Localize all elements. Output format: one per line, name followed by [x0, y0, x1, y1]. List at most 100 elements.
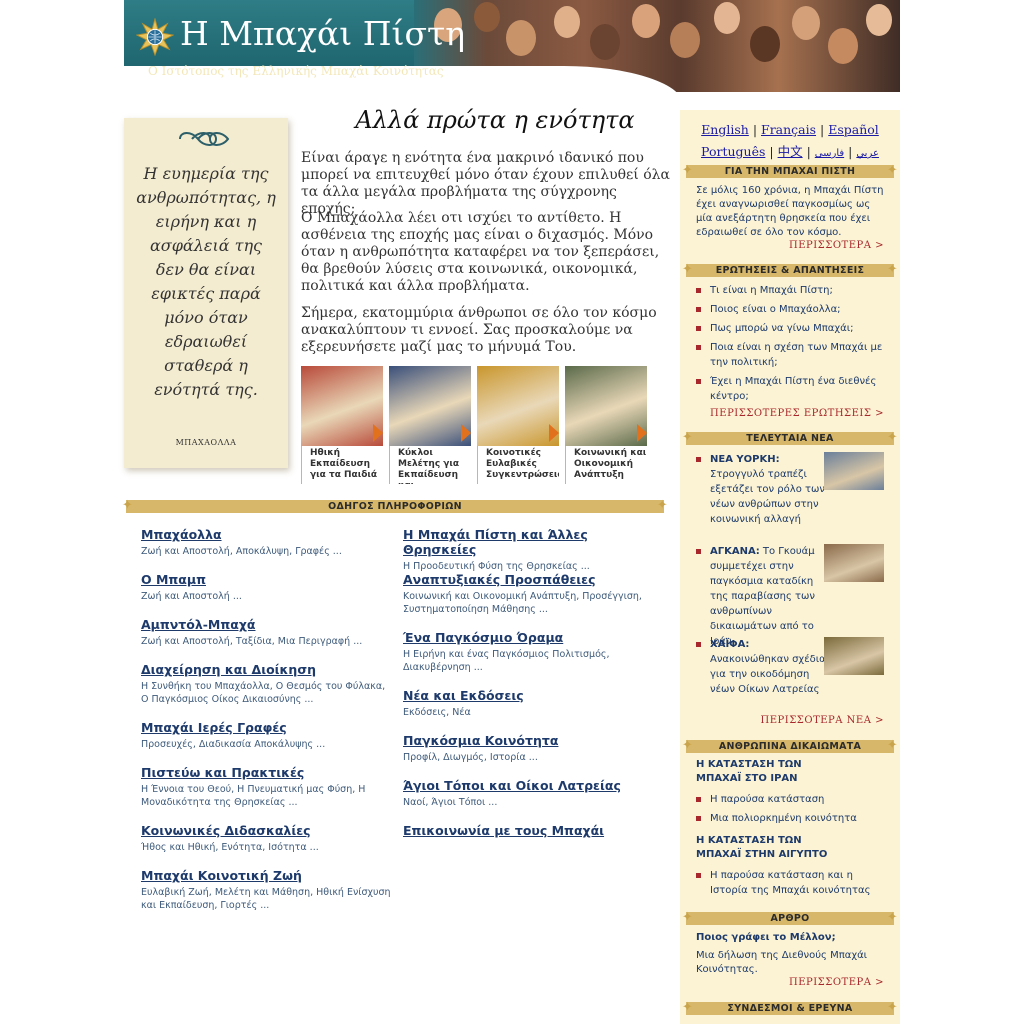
sidebar: English | Français | Español Português |… — [680, 110, 900, 1024]
news-place[interactable]: ΧΑΪΦΑ: — [710, 639, 749, 650]
guide-item: Παγκόσμια Κοινότητα Προφίλ, Διωγμός, Ιστ… — [403, 733, 653, 764]
arrow-icon[interactable] — [461, 424, 471, 442]
guide-link[interactable]: Νέα και Εκδόσεις — [403, 688, 653, 703]
guide-item: Η Μπαχάι Πίστη και Άλλες Θρησκείες Η Προ… — [403, 527, 653, 573]
guide-description[interactable]: Κοινωνική και Οικονομική Ανάπτυξη, Προσέ… — [403, 590, 653, 616]
news-place[interactable]: ΝΕΑ ΥΟΡΚΗ: — [710, 454, 780, 465]
guide-link[interactable]: Πιστεύω και Πρακτικές — [141, 765, 391, 780]
guide-description[interactable]: Ήθος και Ηθική, Ενότητα, Ισότητα ... — [141, 841, 391, 854]
news-place[interactable]: ΑΓΚΑΝΑ: — [710, 546, 760, 557]
faq-item[interactable]: Τι είναι η Μπαχάι Πίστη; — [694, 283, 890, 298]
main-heading: Αλλά πρώτα η ενότητα — [355, 106, 635, 134]
quote-box: Η ευημερία της ανθρωπότητας, η ειρήνη κα… — [124, 118, 288, 468]
arrow-icon[interactable] — [373, 424, 383, 442]
news-summary[interactable]: Το Γκουάμ συμμετέχει στην παγκόσμια κατα… — [710, 546, 815, 647]
feature-photo[interactable] — [477, 366, 559, 446]
news-summary[interactable]: Ανακοινώθηκαν σχέδια για την οικοδόμηση … — [710, 654, 826, 695]
feature-moral-education[interactable]: Ηθική Εκπαίδευση για τα Παιδιά — [301, 366, 383, 484]
faq-item[interactable]: Έχει η Μπαχάι Πίστη ένα διεθνές κέντρο; — [694, 374, 890, 404]
faq-item[interactable]: Ποιος είναι ο Μπαχάολλα; — [694, 302, 890, 317]
more-link[interactable]: ΠΕΡΙΣΣΟΤΕΡΑ > — [789, 240, 884, 251]
guide-item: Νέα και Εκδόσεις Εκδόσεις, Νέα — [403, 688, 653, 719]
guide-description[interactable]: Ναοί, Άγιοι Τόποι ... — [403, 796, 653, 809]
section-ribbon: ΤΕΛΕΥΤΑΙΑ ΝΕΑ — [682, 431, 898, 445]
news-photo[interactable] — [824, 544, 884, 582]
article-title[interactable]: Ποιος γράφει το Μέλλον; — [696, 931, 886, 945]
section-ribbon: ΕΡΩΤΗΣΕΙΣ & ΑΠΑΝΤΗΣΕΙΣ — [682, 263, 898, 277]
news-text[interactable]: ΑΓΚΑΝΑ: Το Γκουάμ συμμετέχει στην παγκόσ… — [710, 544, 828, 649]
guide-link[interactable]: Διαχείρηση και Διοίκηση — [141, 662, 391, 677]
news-photo[interactable] — [824, 452, 884, 490]
ornament-icon — [179, 132, 230, 146]
feature-social-development[interactable]: Κοινωνική και Οικονομική Ανάπτυξη — [565, 366, 647, 484]
intro-paragraph: Είναι άραγε η ενότητα ένα μακρινό ιδανικ… — [301, 150, 670, 217]
feature-caption[interactable]: Κοινωνική και Οικονομική Ανάπτυξη — [565, 446, 647, 484]
faq-item[interactable]: Πως μπορώ να γίνω Μπαχάι; — [694, 321, 890, 336]
guide-link[interactable]: Κοινωνικές Διδασκαλίες — [141, 823, 391, 838]
guide-description[interactable]: Ζωή και Αποστολή ... — [141, 590, 391, 603]
guide-link[interactable]: Αναπτυξιακές Προσπάθειες — [403, 572, 653, 587]
language-link-english[interactable]: English — [701, 122, 749, 137]
guide-item: Αμπντόλ-Μπαχά Ζωή και Αποστολή, Ταξίδια,… — [141, 617, 391, 648]
feature-caption[interactable]: Κύκλοι Μελέτης για Εκπαίδευση και Επιμόρ… — [389, 446, 471, 484]
arrow-icon[interactable] — [549, 424, 559, 442]
rights-item[interactable]: Η παρούσα κατάσταση — [694, 792, 890, 807]
language-links: English | Français | Español — [680, 122, 900, 137]
feature-devotional-gatherings[interactable]: Κοινοτικές Ευλαβικές Συγκεντρώσεις — [477, 366, 559, 484]
language-link-french[interactable]: Français — [761, 122, 816, 137]
guide-link[interactable]: Ένα Παγκόσμιο Όραμα — [403, 630, 653, 645]
feature-photo[interactable] — [565, 366, 647, 446]
guide-description[interactable]: Ευλαβική Ζωή, Μελέτη και Μάθηση, Ηθική Ε… — [141, 886, 391, 912]
rights-item[interactable]: Η παρούσα κατάσταση και η Ιστορία της Μπ… — [694, 868, 890, 898]
guide-link[interactable]: Παγκόσμια Κοινότητα — [403, 733, 653, 748]
guide-description[interactable]: Η Ειρήνη και ένας Παγκόσμιος Πολιτισμός,… — [403, 648, 653, 674]
guide-description[interactable]: Ζωή και Αποστολή, Αποκάλυψη, Γραφές ... — [141, 545, 391, 558]
guide-description[interactable]: Προσευχές, Διαδικασία Αποκάλυψης ... — [141, 738, 391, 751]
guide-link[interactable]: Άγιοι Τόποι και Οίκοι Λατρείας — [403, 778, 653, 793]
feature-caption[interactable]: Ηθική Εκπαίδευση για τα Παιδιά — [301, 446, 383, 484]
quote-text: Η ευημερία της ανθρωπότητας, η ειρήνη κα… — [136, 164, 276, 399]
guide-description[interactable]: Η Έννοια του Θεού, Η Πνευματική μας Φύση… — [141, 783, 391, 809]
about-section-header: ΓΙΑ ΤΗΝ ΜΠΑΧΑΙ ΠΙΣΤΗ — [682, 164, 898, 178]
guide-link[interactable]: Επικοινωνία με τους Μπαχάι — [403, 823, 653, 838]
news-text[interactable]: ΝΕΑ ΥΟΡΚΗ: Στρογγυλό τραπέζι εξετάζει το… — [710, 452, 828, 527]
nine-pointed-star-logo-icon[interactable] — [136, 18, 174, 56]
feature-caption[interactable]: Κοινοτικές Ευλαβικές Συγκεντρώσεις — [477, 446, 559, 484]
guide-description[interactable]: Ζωή και Αποστολή, Ταξίδια, Μια Περιγραφή… — [141, 635, 391, 648]
info-guide-header: ΟΔΗΓΟΣ ΠΛΗΡΟΦΟΡΙΩΝ — [122, 499, 668, 515]
more-news-link[interactable]: ΠΕΡΙΣΣΟΤΕΡΑ ΝΕΑ > — [761, 715, 884, 726]
more-questions-link[interactable]: ΠΕΡΙΣΣΟΤΕΡΕΣ ΕΡΩΤΗΣΕΙΣ > — [710, 408, 884, 419]
guide-description[interactable]: Εκδόσεις, Νέα — [403, 706, 653, 719]
language-link-persian[interactable]: فارسی — [815, 148, 844, 159]
rights-item[interactable]: Μια πολιορκημένη κοινότητα — [694, 811, 890, 826]
arrow-icon[interactable] — [637, 424, 647, 442]
egypt-list: Η παρούσα κατάσταση και η Ιστορία της Μπ… — [694, 868, 890, 902]
guide-link[interactable]: Αμπντόλ-Μπαχά — [141, 617, 391, 632]
language-links: Português | 中文 | عربي | فارسی — [680, 141, 900, 160]
news-summary[interactable]: Στρογγυλό τραπέζι εξετάζει τον ρόλο των … — [710, 469, 825, 525]
more-link[interactable]: ΠΕΡΙΣΣΟΤΕΡΑ > — [789, 977, 884, 988]
guide-description[interactable]: Η Συνθήκη του Μπαχάολλα, Ο Θεσμός του Φύ… — [141, 680, 391, 706]
language-link-portuguese[interactable]: Português — [701, 144, 765, 159]
guide-link[interactable]: Η Μπαχάι Πίστη και Άλλες Θρησκείες — [403, 527, 653, 557]
iran-heading: Η ΚΑΤΑΣΤΑΣΗ ΤΩΝ ΜΠΑΧΑΪ ΣΤΟ ΙΡΑΝ — [696, 759, 802, 784]
site-title[interactable]: Η Μπαχάι Πίστη — [180, 14, 465, 53]
faq-item[interactable]: Ποια είναι η σχέση των Μπαχάι με την πολ… — [694, 340, 890, 370]
guide-link[interactable]: Μπαχάι Ιερές Γραφές — [141, 720, 391, 735]
guide-link[interactable]: Μπαχάι Κοινοτική Ζωή — [141, 868, 391, 883]
guide-link[interactable]: Ο Μπαμπ — [141, 572, 391, 587]
news-photo[interactable] — [824, 637, 884, 675]
language-link-chinese[interactable]: 中文 — [778, 144, 803, 159]
guide-item: Πιστεύω και Πρακτικές Η Έννοια του Θεού,… — [141, 765, 391, 809]
iran-list: Η παρούσα κατάσταση Μια πολιορκημένη κοι… — [694, 792, 890, 830]
article-text: Μια δήλωση της Διεθνούς Μπαχάι Κοινότητα… — [696, 950, 868, 975]
guide-item: Μπαχάι Κοινοτική Ζωή Ευλαβική Ζωή, Μελέτ… — [141, 868, 391, 912]
language-link-arabic[interactable]: عربي — [856, 148, 879, 159]
feature-photo[interactable] — [301, 366, 383, 446]
feature-study-circles[interactable]: Κύκλοι Μελέτης για Εκπαίδευση και Επιμόρ… — [389, 366, 471, 484]
guide-link[interactable]: Μπαχάολλα — [141, 527, 391, 542]
feature-photo[interactable] — [389, 366, 471, 446]
language-link-spanish[interactable]: Español — [828, 122, 879, 137]
news-text[interactable]: ΧΑΪΦΑ: Ανακοινώθηκαν σχέδια για την οικο… — [710, 637, 828, 697]
guide-description[interactable]: Προφίλ, Διωγμός, Ιστορία ... — [403, 751, 653, 764]
